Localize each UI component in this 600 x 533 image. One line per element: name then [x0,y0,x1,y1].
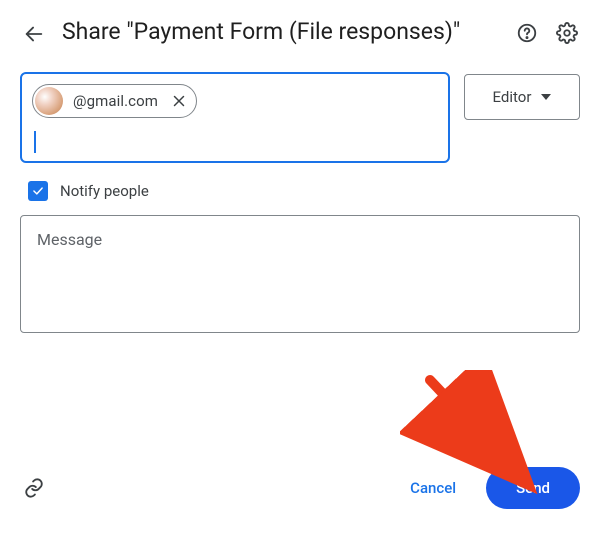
remove-chip-button[interactable] [170,92,188,110]
person-chip[interactable]: @gmail.com [32,84,197,118]
help-icon [516,22,538,44]
settings-button[interactable] [554,20,580,46]
notify-label: Notify people [60,182,149,200]
dialog-title: Share "Payment Form (File responses)" [62,18,500,46]
message-input[interactable]: Message [20,215,580,333]
gear-icon [556,22,578,44]
text-caret [34,131,36,153]
link-icon [23,477,45,499]
back-button[interactable] [20,20,48,48]
chip-email: @gmail.com [73,92,158,110]
avatar [35,87,63,115]
notify-checkbox[interactable] [28,181,48,201]
role-select-label: Editor [493,88,532,106]
cancel-button[interactable]: Cancel [388,469,478,507]
send-button[interactable]: Send [486,467,580,509]
message-placeholder: Message [37,230,102,249]
chevron-down-icon [541,94,551,100]
copy-link-button[interactable] [20,474,48,502]
people-input[interactable]: @gmail.com [20,72,450,163]
arrow-left-icon [23,23,45,45]
help-button[interactable] [514,20,540,46]
check-icon [31,184,45,198]
role-select[interactable]: Editor [464,74,580,120]
